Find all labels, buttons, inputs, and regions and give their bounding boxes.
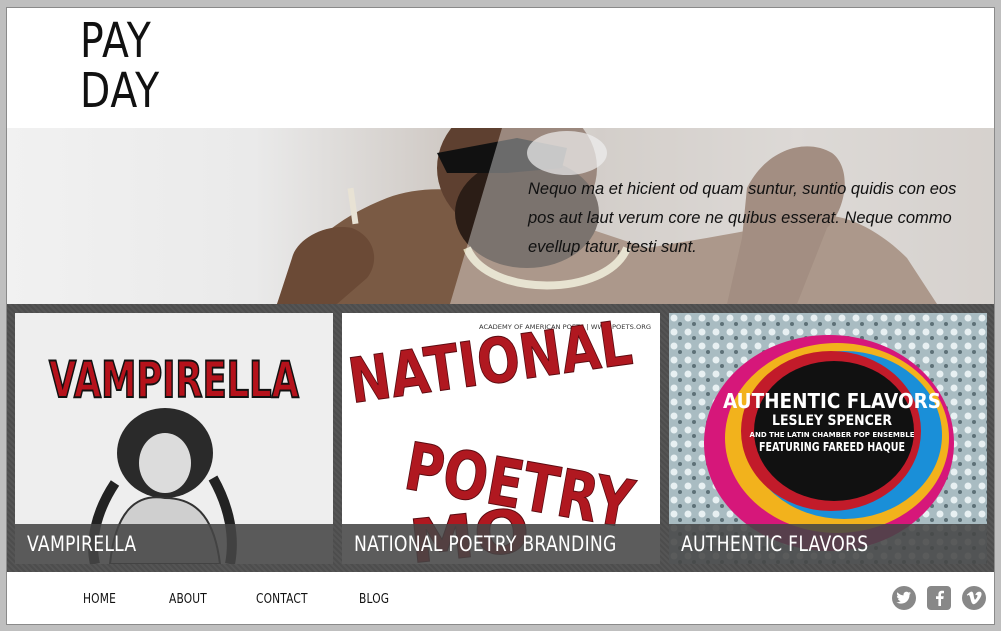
facebook-icon[interactable] xyxy=(927,586,951,610)
logo-line-1: PAY xyxy=(80,13,152,69)
nav-home-link[interactable]: HOME xyxy=(83,592,116,607)
vampirella-art-title: VAMPIRELLA xyxy=(49,351,299,409)
portfolio-grid: VAMPIRELLA VAMPIRELLA ACADEMY OF AMERICA… xyxy=(7,304,994,572)
vimeo-icon[interactable] xyxy=(962,586,986,610)
project-caption: NATIONAL POETRY BRANDING xyxy=(342,524,660,564)
flavors-art-line: AND THE LATIN CHAMBER POP ENSEMBLE xyxy=(750,431,915,439)
header: PAY DAY xyxy=(7,8,994,128)
flavors-art-title: AUTHENTIC FLAVORS xyxy=(723,389,941,413)
nav-contact-link[interactable]: CONTACT xyxy=(256,592,308,607)
footer: HOME ABOUT CONTACT BLOG xyxy=(7,572,994,624)
logo-line-2: DAY xyxy=(80,63,160,119)
flavors-art-artist: LESLEY SPENCER xyxy=(772,413,892,429)
page-frame: PAY DAY Nequo ma et hicient od quam sunt… xyxy=(6,7,995,625)
hero-banner: Nequo ma et hicient od quam suntur, sunt… xyxy=(7,128,994,304)
social-links xyxy=(892,586,986,610)
footer-nav: HOME ABOUT CONTACT BLOG xyxy=(83,592,435,607)
flavors-art-feature: FEATURING FAREED HAQUE xyxy=(759,440,905,454)
project-caption: VAMPIRELLA xyxy=(15,524,333,564)
project-tile-vampirella[interactable]: VAMPIRELLA VAMPIRELLA xyxy=(15,313,333,564)
hero-text: Nequo ma et hicient od quam suntur, sunt… xyxy=(528,180,957,256)
nav-blog-link[interactable]: BLOG xyxy=(359,592,389,607)
nav-about-link[interactable]: ABOUT xyxy=(169,592,207,607)
project-tile-national-poetry[interactable]: ACADEMY OF AMERICAN POETS | WWW.POETS.OR… xyxy=(342,313,660,564)
project-caption: AUTHENTIC FLAVORS xyxy=(669,524,987,564)
project-tile-authentic-flavors[interactable]: AUTHENTIC FLAVORS LESLEY SPENCER AND THE… xyxy=(669,313,987,564)
twitter-icon[interactable] xyxy=(892,586,916,610)
site-logo[interactable]: PAY DAY xyxy=(80,16,170,116)
